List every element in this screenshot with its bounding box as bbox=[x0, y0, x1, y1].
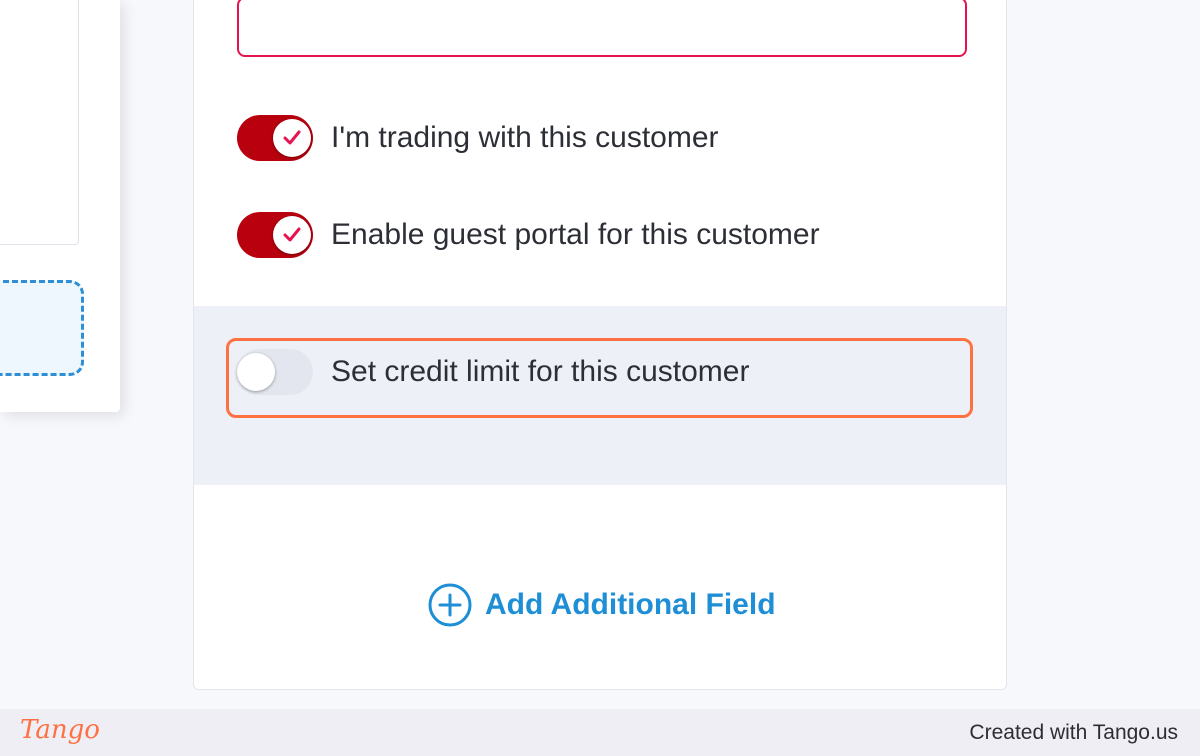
add-additional-field-button[interactable]: Add Additional Field bbox=[427, 582, 776, 628]
required-text-field[interactable] bbox=[237, 0, 967, 57]
checkmark-icon bbox=[283, 130, 301, 145]
toggle-knob bbox=[237, 353, 275, 391]
tango-footer: Tango Created with Tango.us bbox=[0, 709, 1200, 756]
trading-toggle-row[interactable]: I'm trading with this customer bbox=[237, 114, 719, 162]
side-panel-box bbox=[0, 0, 79, 245]
credit-limit-toggle-row[interactable]: Set credit limit for this customer bbox=[237, 348, 749, 396]
add-additional-field-label: Add Additional Field bbox=[485, 588, 776, 621]
upload-dropzone[interactable] bbox=[0, 280, 84, 376]
trading-toggle[interactable] bbox=[237, 115, 313, 161]
credit-limit-toggle[interactable] bbox=[237, 349, 313, 395]
toggle-knob bbox=[273, 119, 311, 157]
plus-circle-icon bbox=[428, 583, 472, 627]
customer-form-card: I'm trading with this customer Enable gu… bbox=[193, 0, 1007, 690]
toggle-knob bbox=[273, 216, 311, 254]
guest-portal-toggle[interactable] bbox=[237, 212, 313, 258]
checkmark-icon bbox=[283, 227, 301, 242]
guest-portal-toggle-label: Enable guest portal for this customer bbox=[331, 218, 820, 251]
credit-limit-section: Set credit limit for this customer bbox=[194, 306, 1006, 485]
trading-toggle-label: I'm trading with this customer bbox=[331, 121, 719, 154]
tango-logo[interactable]: Tango bbox=[20, 715, 100, 745]
guest-portal-toggle-row[interactable]: Enable guest portal for this customer bbox=[237, 211, 820, 259]
created-with-credit[interactable]: Created with Tango.us bbox=[969, 721, 1178, 745]
credit-limit-toggle-label: Set credit limit for this customer bbox=[331, 355, 750, 388]
side-panel bbox=[0, 0, 120, 412]
